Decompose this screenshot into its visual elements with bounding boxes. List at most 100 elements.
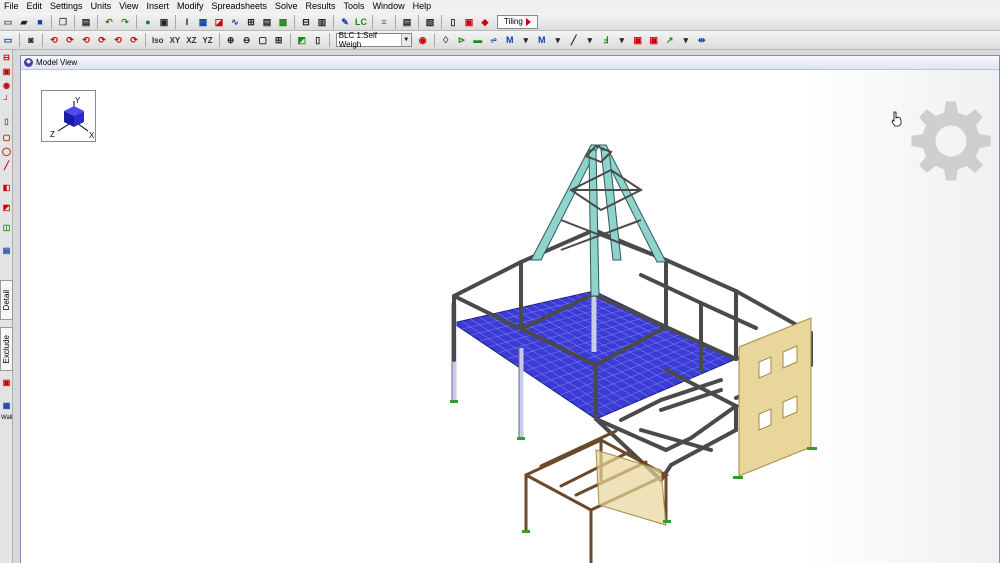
load-display-icon[interactable]: ◉ <box>416 33 430 47</box>
zoom-out-icon[interactable]: ⊖ <box>240 33 254 47</box>
deflection-arrow-icon[interactable]: ↗ <box>663 33 677 47</box>
model-grid-icon[interactable]: ▦ <box>196 15 210 29</box>
member-force-icon[interactable]: M <box>503 33 517 47</box>
stress-icon[interactable]: Ⅎ <box>599 33 613 47</box>
menu-insert[interactable]: Insert <box>142 0 173 13</box>
wall-panel-icon[interactable]: ▦ <box>1 400 12 411</box>
list-icon[interactable]: ▯ <box>446 15 460 29</box>
open-window-icon[interactable]: ▣ <box>157 15 171 29</box>
screen-icon[interactable]: ▩ <box>276 15 290 29</box>
menu-view[interactable]: View <box>115 0 142 13</box>
select-polygon-icon[interactable]: ◯ <box>1 146 12 157</box>
lock-icon[interactable]: ◩ <box>1 202 12 213</box>
xz-view-button[interactable]: XZ <box>183 36 199 45</box>
label-icon[interactable]: ▤ <box>1 245 12 256</box>
save-selection-icon[interactable]: ◫ <box>1 222 12 233</box>
zoom-extents-icon[interactable]: ⊞ <box>244 15 258 29</box>
graphic-editing-icon[interactable]: ▥ <box>315 15 329 29</box>
render-icon[interactable]: ◩ <box>295 33 309 47</box>
exclude-tab[interactable]: Exclude <box>0 327 13 371</box>
basic-load-case-select[interactable]: BLC 1:Self Weigh ▼ <box>335 31 412 49</box>
data-entry-icon[interactable]: ▤ <box>260 15 274 29</box>
solve-icon[interactable]: ≡ <box>377 15 391 29</box>
redo-icon[interactable]: ↷ <box>118 15 132 29</box>
full-model-icon[interactable]: ⊞ <box>272 33 286 47</box>
unselect-icon[interactable]: ◧ <box>1 182 12 193</box>
dropdown-arrow-icon[interactable]: ▾ <box>519 33 533 47</box>
play-arrow-icon <box>525 17 531 26</box>
draw-plates-icon[interactable]: ▣ <box>1 66 12 77</box>
model-view-window[interactable]: ◆ Model View Y Z X <box>20 55 1000 563</box>
print-icon[interactable]: ▤ <box>79 15 93 29</box>
rotate-z-icon[interactable]: ⟲ <box>111 33 125 47</box>
structural-model-graphic <box>450 144 817 563</box>
open-folder-icon[interactable]: ▰ <box>17 15 31 29</box>
model-view-titlebar[interactable]: ◆ Model View <box>21 56 999 70</box>
delete-icon[interactable]: ▣ <box>462 15 476 29</box>
iso-view-button[interactable]: Iso <box>149 36 167 45</box>
draw-solids-icon[interactable]: ◉ <box>1 80 12 91</box>
deflection-icon[interactable]: ∿ <box>228 15 242 29</box>
member-loads-icon[interactable]: ⊳ <box>455 33 469 47</box>
load-combinations-button[interactable]: LC <box>354 15 368 29</box>
risa-application: File Edit Settings Units View Insert Mod… <box>0 0 1000 563</box>
dropdown-arrow-icon[interactable]: ▾ <box>615 33 629 47</box>
zoom-box-icon[interactable]: ▢ <box>256 33 270 47</box>
plot-options-icon[interactable]: ◪ <box>212 15 226 29</box>
menu-results[interactable]: Results <box>302 0 340 13</box>
dropdown-arrow-icon[interactable]: ▾ <box>583 33 597 47</box>
copy-icon[interactable]: ❐ <box>56 15 70 29</box>
yz-view-button[interactable]: YZ <box>199 36 215 45</box>
menu-settings[interactable]: Settings <box>46 0 87 13</box>
moving-load-icon[interactable]: ⩫ <box>487 33 501 47</box>
menu-window[interactable]: Window <box>369 0 409 13</box>
basic-load-cases-icon[interactable]: ✎ <box>338 15 352 29</box>
menu-edit[interactable]: Edit <box>23 0 47 13</box>
zoom-in-icon[interactable]: ⊕ <box>224 33 238 47</box>
draw-supports-icon[interactable]: ┘ <box>1 94 12 105</box>
menu-help[interactable]: Help <box>409 0 436 13</box>
tiling-button[interactable]: Tiling <box>497 14 538 29</box>
area-load-icon[interactable]: ▬ <box>471 33 485 47</box>
menu-solve[interactable]: Solve <box>271 0 302 13</box>
hand-cursor-icon <box>891 111 902 127</box>
report-icon[interactable]: ▤ <box>400 15 414 29</box>
spreadsheet-icon[interactable]: ⊟ <box>299 15 313 29</box>
member-section-icon[interactable]: I <box>180 15 194 29</box>
diagonal-line-icon[interactable]: ╱ <box>567 33 581 47</box>
line-draw-icon[interactable]: ▯ <box>311 33 325 47</box>
rotate-y-icon[interactable]: ⟲ <box>79 33 93 47</box>
scale-icon[interactable]: ⇹ <box>695 33 709 47</box>
results-icon[interactable]: ▧ <box>423 15 437 29</box>
camera-icon[interactable]: ◙ <box>24 33 38 47</box>
sketch-icon[interactable]: ▣ <box>1 377 12 388</box>
new-file-icon[interactable]: ▭ <box>1 15 15 29</box>
moment-icon[interactable]: M <box>535 33 549 47</box>
menu-file[interactable]: File <box>0 0 23 13</box>
bend-icon[interactable]: ♢ <box>439 33 453 47</box>
rotate-z-reverse-icon[interactable]: ⟳ <box>127 33 141 47</box>
select-box-icon[interactable]: ▢ <box>1 132 12 143</box>
undo-icon[interactable]: ↶ <box>102 15 116 29</box>
plate-contour-icon[interactable]: ▣ <box>647 33 661 47</box>
model-canvas[interactable]: Y Z X <box>21 70 999 563</box>
menu-tools[interactable]: Tools <box>340 0 369 13</box>
help-icon[interactable]: ◆ <box>478 15 492 29</box>
xy-view-button[interactable]: XY <box>167 36 184 45</box>
menu-modify[interactable]: Modify <box>173 0 208 13</box>
select-line-icon[interactable]: ╱ <box>1 160 12 171</box>
dropdown-arrow-icon[interactable]: ▾ <box>679 33 693 47</box>
draw-members-icon[interactable]: ⊟ <box>1 52 12 63</box>
rotate-x-reverse-icon[interactable]: ⟳ <box>63 33 77 47</box>
rotate-y-reverse-icon[interactable]: ⟳ <box>95 33 109 47</box>
draw-node-icon[interactable]: ▯ <box>1 116 12 127</box>
globe-icon[interactable]: ● <box>141 15 155 29</box>
menu-units[interactable]: Units <box>87 0 116 13</box>
detail-tab[interactable]: Detail <box>0 280 13 320</box>
menu-spreadsheets[interactable]: Spreadsheets <box>207 0 271 13</box>
redraw-icon[interactable]: ▭ <box>1 33 15 47</box>
save-icon[interactable]: ■ <box>33 15 47 29</box>
dropdown-arrow-icon[interactable]: ▾ <box>551 33 565 47</box>
rotate-x-icon[interactable]: ⟲ <box>47 33 61 47</box>
code-check-icon[interactable]: ▣ <box>631 33 645 47</box>
